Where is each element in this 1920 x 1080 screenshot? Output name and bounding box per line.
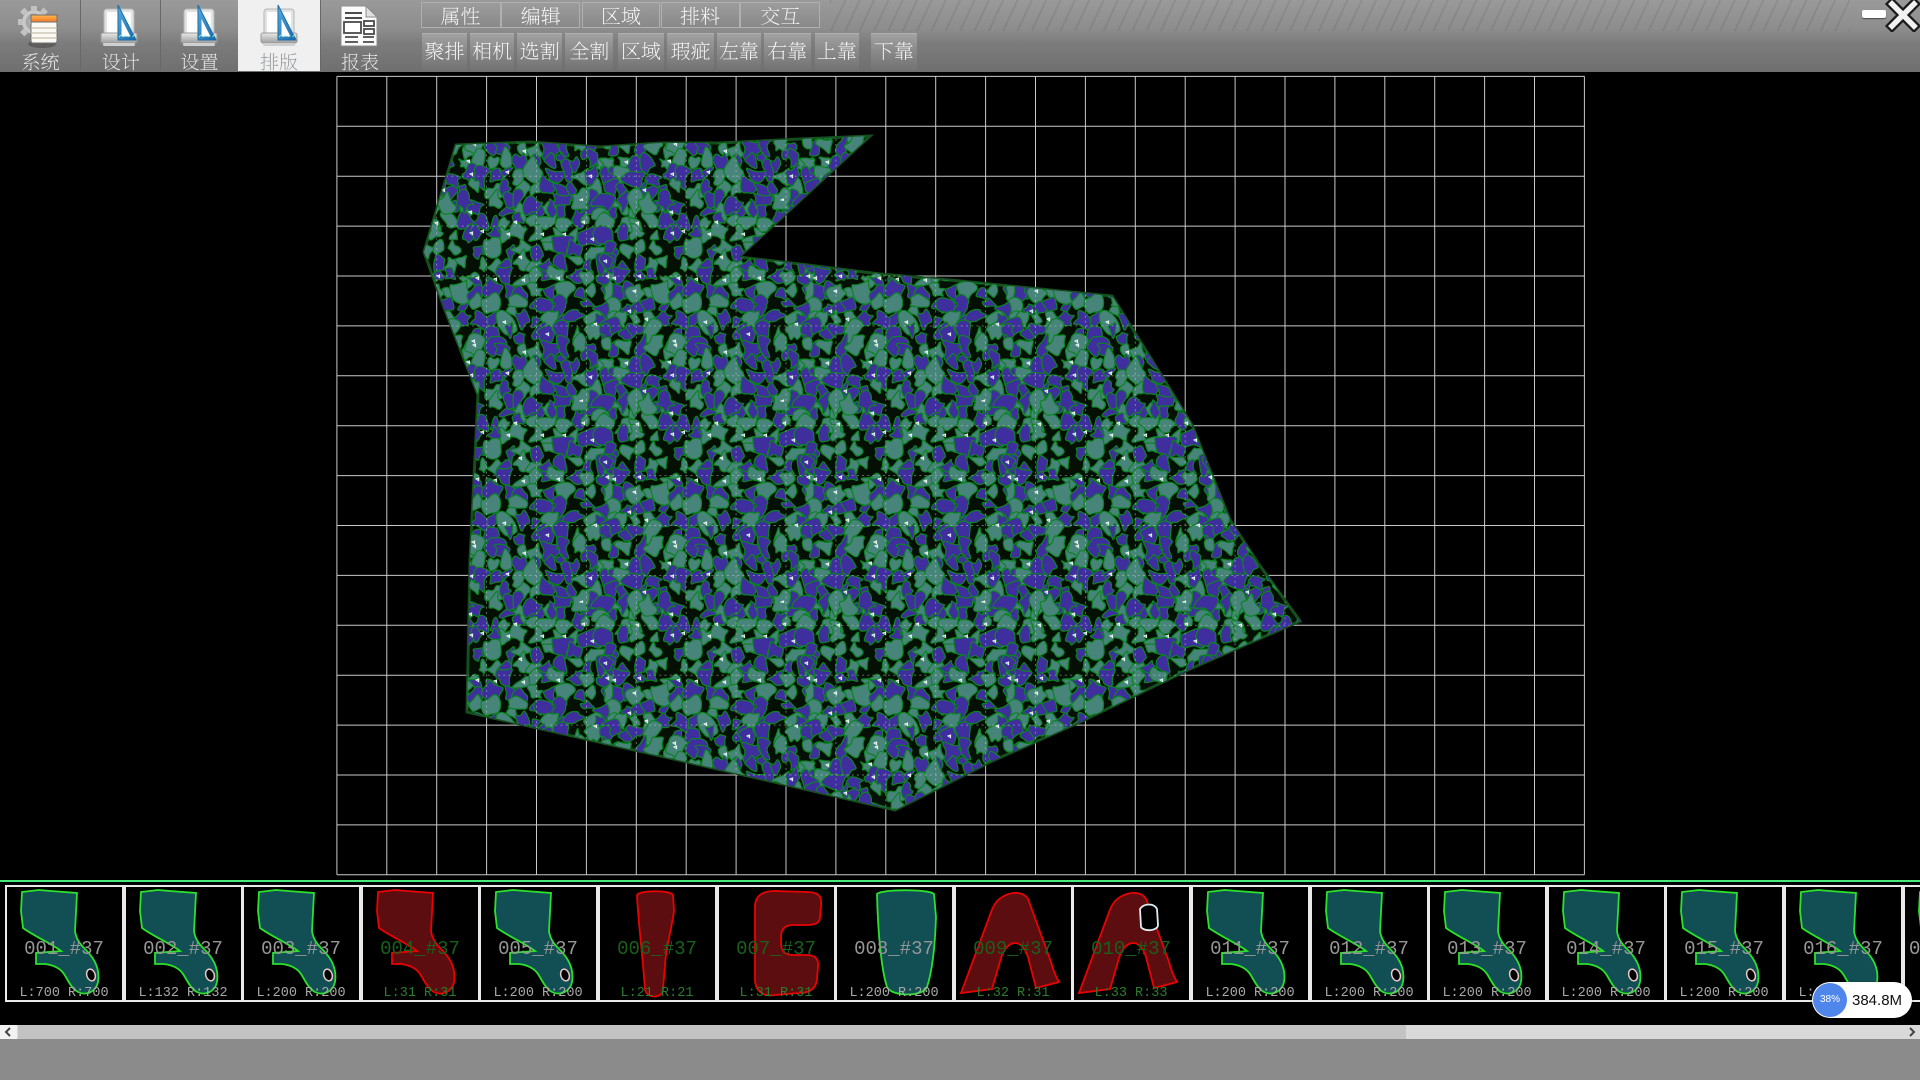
svg-text:001_#37: 001_#37 (24, 938, 104, 960)
svg-text:007_#37: 007_#37 (736, 938, 816, 960)
svg-text:015_#37: 015_#37 (1684, 938, 1764, 960)
svg-text:010_#37: 010_#37 (1091, 938, 1171, 960)
svg-text:0: 0 (1909, 938, 1920, 960)
svg-text:L:31 R:31: L:31 R:31 (383, 986, 456, 1000)
svg-text:011_#37: 011_#37 (1210, 938, 1290, 960)
svg-text:L:31 R:31: L:31 R:31 (739, 986, 812, 1000)
svg-text:L:33 R:33: L:33 R:33 (1095, 986, 1168, 1000)
svg-text:003_#37: 003_#37 (261, 938, 341, 960)
svg-text:L:132 R:132: L:132 R:132 (138, 986, 227, 1000)
svg-text:L:700 R:700: L:700 R:700 (19, 986, 108, 1000)
svg-text:L:21 R:21: L:21 R:21 (621, 986, 694, 1000)
svg-text:L:200 R:200: L:200 R:200 (494, 986, 583, 1000)
svg-text:L:200 R:200: L:200 R:200 (1324, 986, 1413, 1000)
svg-text:004_#37: 004_#37 (380, 938, 460, 960)
svg-text:009_#37: 009_#37 (973, 938, 1053, 960)
svg-text:013_#37: 013_#37 (1447, 938, 1527, 960)
svg-text:006_#37: 006_#37 (617, 938, 697, 960)
svg-text:L:200 R:200: L:200 R:200 (1205, 986, 1294, 1000)
svg-text:008_#37: 008_#37 (854, 938, 934, 960)
svg-text:014_#37: 014_#37 (1566, 938, 1646, 960)
svg-text:L:200 R:200: L:200 R:200 (850, 986, 939, 1000)
svg-text:L:200 R:200: L:200 R:200 (1680, 986, 1769, 1000)
svg-text:L:200 R:200: L:200 R:200 (257, 986, 346, 1000)
svg-text:005_#37: 005_#37 (498, 938, 578, 960)
svg-text:L:200 R:200: L:200 R:200 (1561, 986, 1650, 1000)
svg-text:002_#37: 002_#37 (143, 938, 223, 960)
svg-text:012_#37: 012_#37 (1329, 938, 1409, 960)
svg-text:L:32 R:31: L:32 R:31 (976, 986, 1049, 1000)
svg-text:016_#37: 016_#37 (1803, 938, 1883, 960)
svg-text:L:200 R:200: L:200 R:200 (1443, 986, 1532, 1000)
